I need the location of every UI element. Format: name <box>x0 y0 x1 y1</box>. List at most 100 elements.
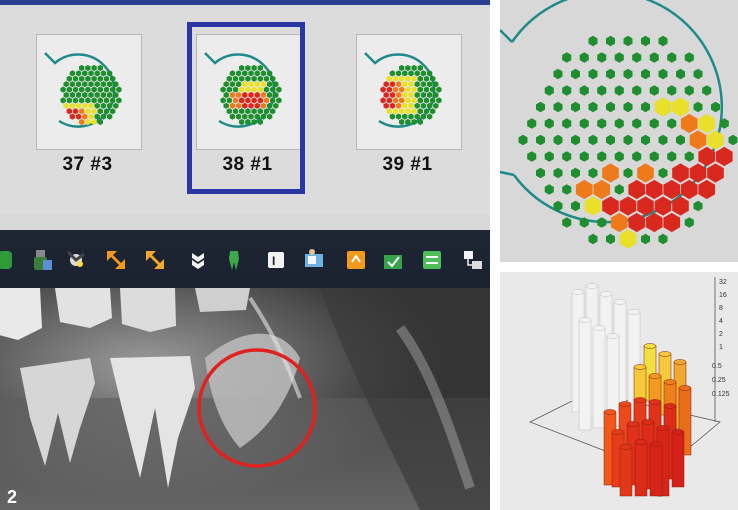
thumbnail-sensor-cell <box>408 113 414 120</box>
sensor-cell <box>597 151 607 162</box>
shield-check-icon[interactable] <box>0 248 18 272</box>
sensor-cell <box>597 85 607 96</box>
sensor-cell <box>610 212 628 233</box>
sensor-cell <box>602 196 619 216</box>
thumbnail-sensor-cell <box>420 81 427 88</box>
sensor-cell <box>711 101 720 113</box>
sensor-cell <box>579 85 589 96</box>
thumbnail-sensor-cell <box>91 75 97 82</box>
axis-tick-label: 8 <box>719 305 723 312</box>
thumbnail-sensor-cell <box>408 70 414 77</box>
thumbnail-sensor-cell <box>97 97 103 104</box>
sensor-cell <box>575 179 593 200</box>
sensor-cell <box>698 113 716 134</box>
sensor-cell <box>588 101 598 113</box>
toolbar: I <box>0 214 490 288</box>
sensor-cell <box>623 134 633 146</box>
tooth-icon[interactable] <box>222 248 246 272</box>
thumbnail-1[interactable]: 37 #3 <box>30 30 145 187</box>
share-icon[interactable] <box>186 248 210 272</box>
sensor-cell <box>641 68 650 80</box>
sensor-cell <box>649 85 659 96</box>
axis-tick-label: 0.125 <box>712 391 730 398</box>
sensor-cell <box>606 233 615 245</box>
thumbnail-sensor-cell <box>411 64 417 72</box>
sensor-map-detail <box>500 0 738 262</box>
thumbnail-sensor-cell <box>380 86 386 93</box>
thumbnail-sensor-cell <box>72 108 79 115</box>
transfer-icon[interactable] <box>420 248 444 272</box>
map-outline-tail <box>500 29 513 43</box>
thumbnail-sensor-cell <box>392 97 399 104</box>
bottle-icon[interactable] <box>30 248 54 272</box>
sensor-cell <box>544 118 554 129</box>
axis-tick-label: 1 <box>719 344 723 351</box>
sensor-cell <box>544 85 554 96</box>
sensor-cell <box>584 196 602 216</box>
resize-arrows-icon[interactable] <box>104 248 128 272</box>
thumbnail-sensor-cell <box>411 97 417 104</box>
thumbnail-sensor-cell <box>113 102 119 109</box>
3d-bar-chart: 32 16 8 4 2 1 0.5 0.25 0.125 <box>500 272 738 510</box>
thumbnail-frame <box>356 34 462 150</box>
sensor-cell <box>571 101 580 113</box>
thumbnail-sensor-cell <box>66 108 72 115</box>
thumbnail-sensor-cell <box>91 108 97 115</box>
sensor-cell <box>562 52 572 63</box>
thumbnail-sensor-cell <box>79 97 85 104</box>
thumbnail-sensor-cell <box>417 64 423 72</box>
thumbnail-sensor-cell <box>116 97 122 104</box>
thumbnail-sensor-cell <box>417 97 423 104</box>
tooth-chart-icon[interactable]: I <box>264 248 288 272</box>
thumbnail-sensor-cell <box>426 91 433 99</box>
thumbnail-sensor-cell <box>408 102 414 109</box>
sensor-cell <box>597 217 607 228</box>
sensor-cell <box>553 68 563 80</box>
satellite-icon[interactable] <box>64 248 88 272</box>
thumbnail-sensor-cell <box>66 86 72 93</box>
sensor-cell <box>562 85 572 96</box>
sensor-cell <box>571 68 580 80</box>
sensor-cell <box>597 118 607 129</box>
sensor-cell <box>536 134 545 146</box>
thumbnail-3[interactable]: 39 #1 <box>350 30 465 187</box>
thumbnail-sensor-cell <box>110 108 116 115</box>
monitor-person-icon[interactable] <box>302 248 326 272</box>
thumbnail-sensor-cell <box>399 97 405 104</box>
axis-tick-label: 0.25 <box>712 377 726 384</box>
export-icon[interactable] <box>344 248 368 272</box>
sensor-cell <box>684 85 694 96</box>
thumbnail-sensor-cell <box>75 102 82 109</box>
sensor-map-thumbnail <box>44 52 122 128</box>
sensor-cell <box>588 134 598 146</box>
thumbnail-sensor-cell <box>402 70 408 77</box>
thumbnail-sensor-cell <box>88 113 94 120</box>
thumbnail-sensor-cell <box>88 70 94 77</box>
thumbnail-sensor-cell <box>395 113 402 120</box>
sensor-cell <box>562 217 572 228</box>
thumbnail-sensor-cell <box>85 97 91 104</box>
thumbnail-label: 37 #3 <box>62 154 113 175</box>
sensor-cell <box>641 35 650 47</box>
thumbnail-sensor-cell <box>85 86 91 93</box>
sensor-cell <box>702 85 712 96</box>
folder-check-icon[interactable] <box>381 248 405 272</box>
resize-arrows-alt-icon[interactable] <box>143 248 167 272</box>
thumbnail-sensor-cell <box>386 75 392 82</box>
thumbnail-2[interactable]: 38 #1 <box>187 22 305 194</box>
thumbnail-sensor-cell <box>60 86 66 93</box>
thumbnail-sensor-cell <box>72 75 79 82</box>
thumbnail-sensor-cell <box>94 102 100 109</box>
thumbnail-sensor-cell <box>97 75 103 82</box>
sensor-cell <box>728 134 738 146</box>
thumbnail-sensor-cell <box>66 75 72 82</box>
bar-cylinder <box>634 439 648 497</box>
thumbnail-sensor-cell <box>75 91 82 99</box>
sensor-cell <box>637 163 654 183</box>
thumbnail-sensor-cell <box>414 70 420 77</box>
thumbnail-sensor-cell <box>60 97 66 104</box>
sensor-cell <box>693 68 703 80</box>
thumbnail-sensor-cell <box>97 86 103 93</box>
network-icon[interactable] <box>460 248 484 272</box>
xray-graphic <box>0 288 490 510</box>
